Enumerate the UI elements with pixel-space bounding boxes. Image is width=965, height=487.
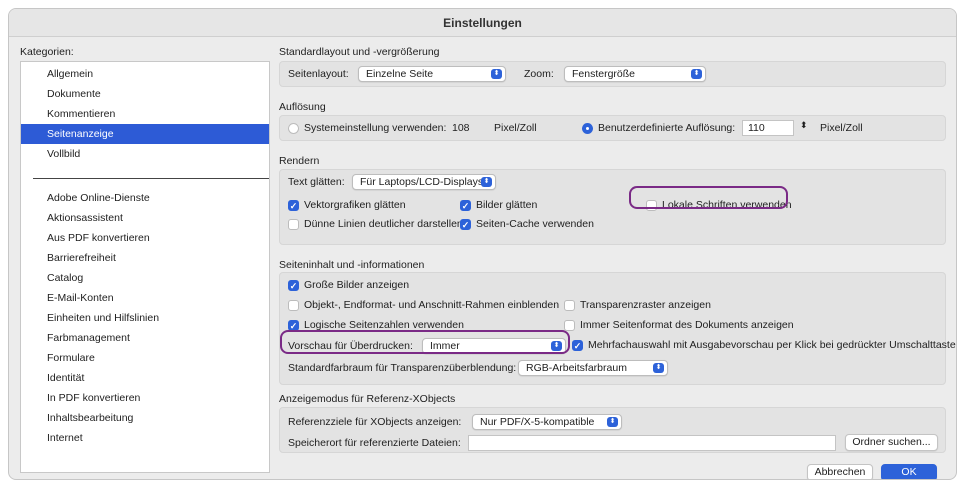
window-title: Einstellungen (9, 9, 956, 37)
cancel-button[interactable]: Abbrechen (807, 464, 873, 479)
stepper-icon[interactable]: ⬍ (800, 120, 808, 131)
categories-label: Kategorien: (20, 46, 74, 58)
chevron-updown-icon: ⬍ (481, 177, 492, 187)
category-seitenanzeige[interactable]: Seitenanzeige (21, 124, 269, 144)
chevron-updown-icon: ⬍ (607, 417, 618, 427)
category-aktionsassistent[interactable]: Aktionsassistent (21, 208, 269, 228)
ok-button[interactable]: OK (881, 464, 937, 479)
section-title-layout: Standardlayout und -vergrößerung (279, 46, 440, 58)
category-einheiten-hilfslinien[interactable]: Einheiten und Hilfslinien (21, 308, 269, 328)
large-images-checkbox[interactable]: ✓ (288, 280, 299, 291)
category-inhaltsbearbeitung[interactable]: Inhaltsbearbeitung (21, 408, 269, 428)
category-dokumente[interactable]: Dokumente (21, 84, 269, 104)
blend-space-label: Standardfarbraum für Transparenzüberblen… (288, 362, 517, 374)
category-identitaet[interactable]: Identität (21, 368, 269, 388)
frames-label: Objekt-, Endformat- und Anschnitt-Rahmen… (304, 299, 560, 311)
category-barrierefreiheit[interactable]: Barrierefreiheit (21, 248, 269, 268)
blend-space-select[interactable]: RGB-Arbeitsfarbraum ⬍ (518, 360, 668, 376)
chevron-updown-icon: ⬍ (491, 69, 502, 79)
transparency-grid-checkbox[interactable] (564, 300, 575, 311)
logical-numbers-checkbox[interactable]: ✓ (288, 320, 299, 331)
frames-checkbox[interactable] (288, 300, 299, 311)
local-fonts-label: Lokale Schriften verwenden (662, 199, 792, 211)
location-label: Speicherort für referenzierte Dateien: (288, 437, 461, 449)
chevron-updown-icon: ⬍ (691, 69, 702, 79)
thin-lines-checkbox[interactable] (288, 219, 299, 230)
thin-lines-label: Dünne Linien deutlicher darstellen (304, 218, 463, 230)
page-cache-checkbox[interactable]: ✓ (460, 219, 471, 230)
multi-select-checkbox[interactable]: ✓ (572, 340, 583, 351)
render-panel: Text glätten: Für Laptops/LCD-Displays ⬍ … (279, 169, 946, 245)
page-layout-select[interactable]: Einzelne Seite ⬍ (358, 66, 506, 82)
category-internet[interactable]: Internet (21, 428, 269, 448)
zoom-select[interactable]: Fenstergröße ⬍ (564, 66, 706, 82)
system-resolution-unit: Pixel/Zoll (494, 122, 537, 134)
show-targets-select[interactable]: Nur PDF/X-5-kompatible ⬍ (472, 414, 622, 430)
smooth-text-select[interactable]: Für Laptops/LCD-Displays ⬍ (352, 174, 496, 190)
category-farbmanagement[interactable]: Farbmanagement (21, 328, 269, 348)
category-formulare[interactable]: Formulare (21, 348, 269, 368)
category-catalog[interactable]: Catalog (21, 268, 269, 288)
large-images-label: Große Bilder anzeigen (304, 279, 410, 291)
category-allgemein[interactable]: Allgemein (21, 64, 269, 84)
always-format-checkbox[interactable] (564, 320, 575, 331)
custom-resolution-radio[interactable] (582, 123, 593, 134)
smooth-text-label: Text glätten: (288, 176, 345, 188)
local-fonts-checkbox[interactable] (646, 200, 657, 211)
vector-smooth-checkbox[interactable]: ✓ (288, 200, 299, 211)
category-vollbild[interactable]: Vollbild (21, 144, 269, 164)
show-targets-value: Nur PDF/X-5-kompatible (480, 416, 595, 428)
system-resolution-value: 108 (452, 122, 470, 134)
zoom-value: Fenstergröße (572, 68, 636, 80)
images-smooth-label: Bilder glätten (476, 199, 538, 211)
settings-window: Einstellungen Kategorien: Allgemein Doku… (8, 8, 957, 480)
multi-select-label: Mehrfachauswahl mit Ausgabevorschau per … (588, 339, 956, 351)
section-title-resolution: Auflösung (279, 101, 326, 113)
category-in-pdf-konvertieren[interactable]: In PDF konvertieren (21, 388, 269, 408)
content-panel: ✓ Große Bilder anzeigen Objekt-, Endform… (279, 272, 956, 385)
page-layout-label: Seitenlayout: (288, 68, 349, 80)
section-title-content: Seiteninhalt und -informationen (279, 259, 425, 271)
overprint-select[interactable]: Immer ⬍ (422, 338, 566, 354)
overprint-value: Immer (430, 340, 460, 352)
overprint-label: Vorschau für Überdrucken: (288, 340, 413, 352)
vector-smooth-label: Vektorgrafiken glätten (304, 199, 406, 211)
logical-numbers-label: Logische Seitenzahlen verwenden (304, 319, 464, 331)
chevron-updown-icon: ⬍ (653, 363, 664, 373)
browse-folder-button[interactable]: Ordner suchen... (845, 434, 938, 451)
location-input[interactable] (468, 435, 836, 451)
category-aus-pdf-konvertieren[interactable]: Aus PDF konvertieren (21, 228, 269, 248)
resolution-panel: Systemeinstellung verwenden: 108 Pixel/Z… (279, 115, 946, 141)
chevron-updown-icon: ⬍ (551, 341, 562, 351)
category-kommentieren[interactable]: Kommentieren (21, 104, 269, 124)
custom-resolution-unit: Pixel/Zoll (820, 122, 863, 134)
custom-resolution-input[interactable]: 110 (742, 120, 794, 136)
images-smooth-checkbox[interactable]: ✓ (460, 200, 471, 211)
category-adobe-online-dienste[interactable]: Adobe Online-Dienste (21, 188, 269, 208)
system-resolution-label: Systemeinstellung verwenden: (304, 122, 447, 134)
always-format-label: Immer Seitenformat des Dokuments anzeige… (580, 319, 794, 331)
transparency-grid-label: Transparenzraster anzeigen (580, 299, 711, 311)
layout-panel: Seitenlayout: Einzelne Seite ⬍ Zoom: Fens… (279, 61, 946, 87)
system-resolution-radio[interactable] (288, 123, 299, 134)
page-cache-label: Seiten-Cache verwenden (476, 218, 594, 230)
custom-resolution-label: Benutzerdefinierte Auflösung: (598, 122, 736, 134)
smooth-text-value: Für Laptops/LCD-Displays (360, 176, 484, 188)
xobjects-panel: Referenzziele für XObjects anzeigen: Nur… (279, 407, 946, 453)
section-title-xobjects: Anzeigemodus für Referenz-XObjects (279, 393, 456, 405)
category-divider (33, 178, 269, 179)
section-title-render: Rendern (279, 155, 320, 167)
show-targets-label: Referenzziele für XObjects anzeigen: (288, 416, 462, 428)
categories-list[interactable]: Allgemein Dokumente Kommentieren Seitena… (20, 61, 270, 473)
blend-space-value: RGB-Arbeitsfarbraum (526, 362, 627, 374)
zoom-label: Zoom: (524, 68, 554, 80)
page-layout-value: Einzelne Seite (366, 68, 434, 80)
category-email-konten[interactable]: E-Mail-Konten (21, 288, 269, 308)
